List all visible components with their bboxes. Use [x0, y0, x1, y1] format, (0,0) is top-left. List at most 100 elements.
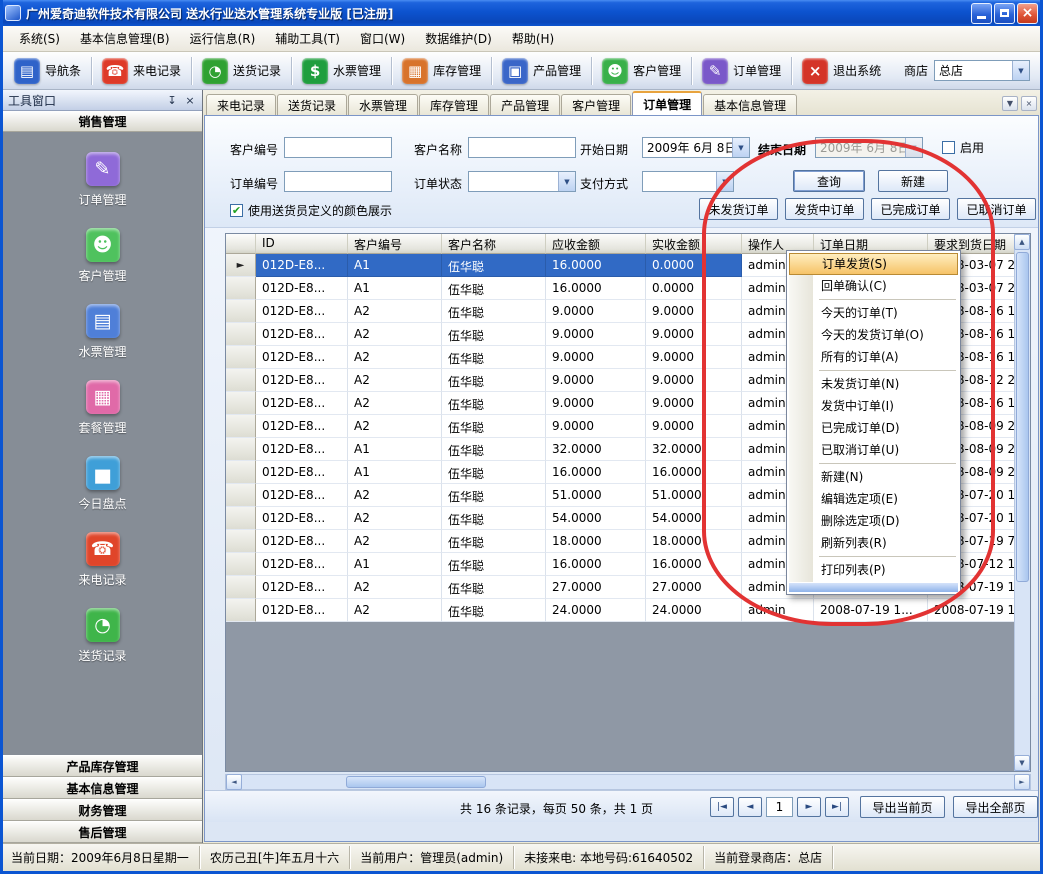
context-menu-item-completed-orders[interactable]: 已完成订单(D) [789, 417, 958, 439]
tab-products[interactable]: 产品管理 [490, 94, 560, 115]
order-no-input[interactable] [284, 171, 392, 192]
tab-water-tickets[interactable]: 水票管理 [348, 94, 418, 115]
sidebar-group-basic-info[interactable]: 基本信息管理 [3, 777, 202, 799]
filter-button-shipping[interactable]: 发货中订单 [785, 198, 864, 220]
sidebar-item-today-stocktake[interactable]: ▅今日盘点 [3, 448, 202, 524]
pin-icon[interactable]: ↧ [165, 93, 179, 107]
column-header-customer-no[interactable]: 客户编号 [348, 234, 442, 254]
column-header-customer-name[interactable]: 客户名称 [442, 234, 546, 254]
toolbar-button-delivery-records[interactable]: ◔送货记录 [197, 55, 286, 87]
cell: 16.0000 [646, 553, 742, 576]
tab-close-icon[interactable]: × [1021, 96, 1037, 111]
title-bar: 广州爱奇迪软件技术有限公司 送水行业送水管理系统专业版 [已注册] × [0, 0, 1043, 26]
column-header-receivable[interactable]: 应收金额 [546, 234, 646, 254]
sidebar-item-order-mgmt[interactable]: ✎订单管理 [3, 144, 202, 220]
menu-item-data-maintenance[interactable]: 数据维护(D) [415, 26, 502, 51]
context-menu-item-ship-order[interactable]: 订单发货(S) [789, 253, 958, 275]
menu-item-help[interactable]: 帮助(H) [502, 26, 564, 51]
toolbar-button-products[interactable]: ▣产品管理 [497, 55, 586, 87]
sidebar-item-package-mgmt[interactable]: ▦套餐管理 [3, 372, 202, 448]
filter-button-completed[interactable]: 已完成订单 [871, 198, 950, 220]
context-menu-item-delete-selected[interactable]: 删除选定项(D) [789, 510, 958, 532]
tab-customers[interactable]: 客户管理 [561, 94, 631, 115]
export-all-pages-button[interactable]: 导出全部页 [953, 796, 1038, 818]
sidebar-item-customer-mgmt[interactable]: ☻客户管理 [3, 220, 202, 296]
toolbar-button-orders[interactable]: ✎订单管理 [697, 55, 786, 87]
toolbar-button-navigator[interactable]: ▤导航条 [9, 55, 86, 87]
filter-button-cancelled[interactable]: 已取消订单 [957, 198, 1036, 220]
tab-basic-info[interactable]: 基本信息管理 [703, 94, 797, 115]
scroll-left-icon[interactable]: ◄ [226, 774, 242, 790]
first-page-button[interactable]: |◄ [710, 797, 734, 817]
next-page-button[interactable]: ► [797, 797, 821, 817]
toolbar-items: ▤导航条 ☎来电记录 ◔送货记录 $水票管理 ▦库存管理 ▣产品管理 ☻客户管理 ✎订单管理 ×… [9, 55, 886, 87]
order-status-select[interactable]: ▼ [468, 171, 576, 192]
cell: 9.0000 [546, 346, 646, 369]
vertical-scrollbar-thumb[interactable] [1016, 252, 1029, 582]
maximize-button[interactable] [994, 3, 1015, 24]
sidebar-group-after-sales[interactable]: 售后管理 [3, 821, 202, 843]
tab-list-dropdown-icon[interactable]: ▼ [1002, 96, 1018, 111]
sidebar-item-water-ticket-mgmt[interactable]: ▤水票管理 [3, 296, 202, 372]
sidebar-group-finance[interactable]: 财务管理 [3, 799, 202, 821]
context-menu-item-shipping-orders[interactable]: 发货中订单(I) [789, 395, 958, 417]
menu-item-aux-tools[interactable]: 辅助工具(T) [265, 26, 350, 51]
tab-delivery-records[interactable]: 送货记录 [277, 94, 347, 115]
menu-item-basic-info[interactable]: 基本信息管理(B) [70, 26, 180, 51]
minimize-button[interactable] [971, 3, 992, 24]
scroll-down-icon[interactable]: ▼ [1014, 755, 1030, 771]
context-menu-item-today-ship-orders[interactable]: 今天的发货订单(O) [789, 324, 958, 346]
start-date-picker[interactable]: 2009年 6月 8日 ▼ [642, 137, 750, 158]
context-menu-item-print-list[interactable]: 打印列表(P) [789, 559, 958, 581]
context-menu-item-cancelled-orders[interactable]: 已取消订单(U) [789, 439, 958, 461]
horizontal-scrollbar[interactable]: ◄ ► [225, 774, 1031, 790]
store-select[interactable]: 总店 ▼ [934, 60, 1030, 81]
end-date-picker[interactable]: 2009年 6月 8日 ▼ [815, 137, 923, 158]
horizontal-scrollbar-thumb[interactable] [346, 776, 486, 788]
context-menu-item-new[interactable]: 新建(N) [789, 466, 958, 488]
filter-button-unshipped[interactable]: 未发货订单 [699, 198, 778, 220]
sidebar-item-delivery-records[interactable]: ◔送货记录 [3, 600, 202, 676]
context-menu-item-confirm-receipt[interactable]: 回单确认(C) [789, 275, 958, 297]
toolbar-button-water-tickets[interactable]: $水票管理 [297, 55, 386, 87]
tab-orders[interactable]: 订单管理 [632, 91, 702, 115]
toolbar-button-exit[interactable]: ×退出系统 [797, 55, 886, 87]
toolbar-button-inventory[interactable]: ▦库存管理 [397, 55, 486, 87]
enable-checkbox[interactable]: 启用 [942, 139, 984, 156]
vertical-scrollbar[interactable]: ▲ ▼ [1014, 234, 1030, 771]
customer-no-input[interactable] [284, 137, 392, 158]
close-icon[interactable]: × [183, 93, 197, 107]
context-menu-item-edit-selected[interactable]: 编辑选定项(E) [789, 488, 958, 510]
query-button[interactable]: 查询 [793, 170, 865, 192]
sidebar-group-sales[interactable]: 销售管理 [3, 111, 202, 132]
context-menu-item-refresh-list[interactable]: 刷新列表(R) [789, 532, 958, 554]
menu-item-window[interactable]: 窗口(W) [350, 26, 415, 51]
scroll-right-icon[interactable]: ► [1014, 774, 1030, 790]
menu-item-system[interactable]: 系统(S) [9, 26, 70, 51]
prev-page-button[interactable]: ◄ [738, 797, 762, 817]
page-number-input[interactable] [766, 797, 793, 817]
pay-method-select[interactable]: ▼ [642, 171, 734, 192]
menu-item-runtime-info[interactable]: 运行信息(R) [180, 26, 266, 51]
cell: 012D-E8... [256, 300, 348, 323]
color-display-checkbox[interactable]: ✔ 使用送货员定义的颜色展示 [230, 202, 392, 219]
customer-name-input[interactable] [468, 137, 576, 158]
context-menu-item-today-orders[interactable]: 今天的订单(T) [789, 302, 958, 324]
sidebar-item-call-records[interactable]: ☎来电记录 [3, 524, 202, 600]
column-header-id[interactable]: ID [256, 234, 348, 254]
toolbar-button-label: 送货记录 [233, 62, 281, 79]
last-page-button[interactable]: ►| [825, 797, 849, 817]
tab-call-records[interactable]: 来电记录 [206, 94, 276, 115]
column-header-received[interactable]: 实收金额 [646, 234, 742, 254]
toolbar-button-call-records[interactable]: ☎来电记录 [97, 55, 186, 87]
context-menu-item-unshipped-orders[interactable]: 未发货订单(N) [789, 373, 958, 395]
table-row[interactable]: 012D-E8...A2伍华聪24.000024.0000admin2008-0… [226, 599, 1016, 622]
export-current-page-button[interactable]: 导出当前页 [860, 796, 945, 818]
close-button[interactable]: × [1017, 3, 1038, 24]
tab-inventory[interactable]: 库存管理 [419, 94, 489, 115]
new-button[interactable]: 新建 [878, 170, 948, 192]
sidebar-group-product-inventory[interactable]: 产品库存管理 [3, 755, 202, 777]
scroll-up-icon[interactable]: ▲ [1014, 234, 1030, 250]
toolbar-button-customers[interactable]: ☻客户管理 [597, 55, 686, 87]
context-menu-item-all-orders[interactable]: 所有的订单(A) [789, 346, 958, 368]
